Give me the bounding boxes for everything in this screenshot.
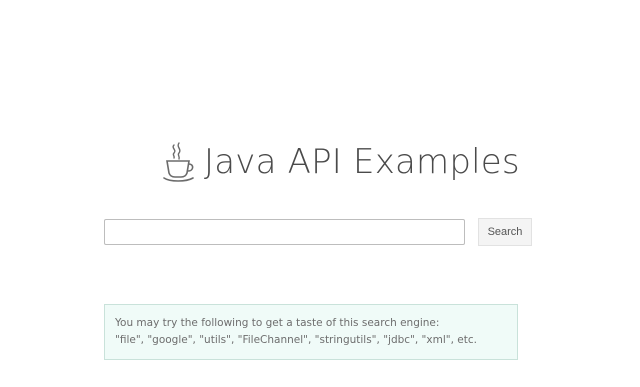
hint-examples-text: "file", "google", "utils", "FileChannel"… [115, 334, 477, 346]
search-button[interactable]: Search [478, 218, 532, 246]
page-title: Java API Examples [204, 142, 520, 182]
search-suggestions-box: You may try the following to get a taste… [104, 304, 518, 360]
page: Java API Examples Search You may try the… [0, 0, 640, 387]
search-bar: Search [104, 218, 532, 246]
site-logo: Java API Examples [162, 140, 520, 184]
search-input[interactable] [104, 219, 465, 245]
coffee-cup-icon [162, 142, 196, 182]
hint-intro-text: You may try the following to get a taste… [115, 317, 440, 329]
